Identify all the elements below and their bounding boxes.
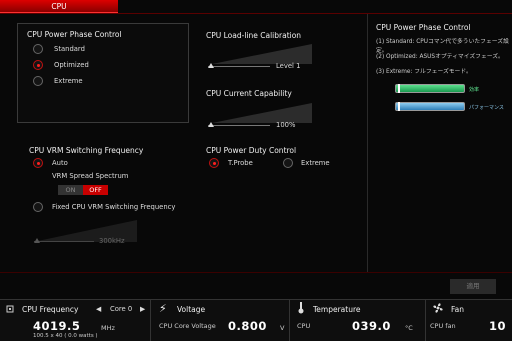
current-capability-slider-thumb[interactable] [208, 122, 214, 127]
fan-title: Fan [451, 305, 464, 314]
fan-label: CPU fan [430, 322, 456, 330]
efficiency-bar [395, 84, 465, 93]
loadline-track [208, 66, 270, 67]
temperature-label: CPU [297, 322, 311, 330]
vrm-frequency-value: 300kHz [99, 237, 125, 245]
tab-cpu[interactable]: CPU [0, 0, 118, 13]
voltage-unit: V [280, 324, 285, 332]
status-divider-2 [289, 300, 290, 341]
status-divider-3 [425, 300, 426, 341]
radio-optimized[interactable] [33, 60, 43, 70]
temperature-value: 039.0 [352, 319, 391, 333]
radio-standard[interactable] [33, 44, 43, 54]
thermometer-icon [298, 302, 304, 314]
vrm-auto-label: Auto [52, 159, 68, 167]
current-capability-value: 100% [276, 121, 296, 129]
vrm-spread-toggle[interactable]: ON OFF [58, 185, 108, 195]
phase-control-title: CPU Power Phase Control [27, 30, 122, 39]
cpu-frequency-title: CPU Frequency [22, 305, 79, 314]
loadline-value: Level 1 [276, 62, 301, 70]
info-title: CPU Power Phase Control [376, 23, 471, 32]
status-divider-1 [150, 300, 151, 341]
core-prev-icon[interactable]: ◀ [96, 305, 101, 313]
core-selector-label: Core 0 [110, 305, 133, 313]
duty-control-title: CPU Power Duty Control [206, 146, 297, 155]
option-tprobe-label: T.Probe [228, 159, 253, 167]
vrm-frequency-slider-thumb[interactable] [34, 238, 40, 243]
vrm-frequency-title: CPU VRM Switching Frequency [29, 146, 144, 155]
radio-duty-extreme[interactable] [283, 158, 293, 168]
loadline-slider-thumb[interactable] [208, 63, 214, 68]
temperature-unit: °C [405, 324, 413, 332]
voltage-value: 0.800 [228, 319, 267, 333]
loadline-title: CPU Load-line Calibration [206, 31, 302, 40]
vrm-spread-label: VRM Spread Spectrum [52, 172, 129, 180]
option-extreme-label: Extreme [54, 77, 83, 85]
vrm-frequency-track [34, 241, 94, 242]
radio-vrm-auto[interactable] [33, 158, 43, 168]
radio-extreme[interactable] [33, 76, 43, 86]
efficiency-bar-label: 効率 [469, 87, 480, 93]
toggle-off-label: OFF [83, 185, 108, 195]
voltage-label: CPU Core Voltage [159, 322, 216, 330]
radio-tprobe[interactable] [209, 158, 219, 168]
cpu-chip-icon [6, 305, 14, 313]
info-line-2: (2) Optimized: ASUSオプティマイズフェーズ。 [376, 54, 504, 60]
info-line-3: (3) Extreme: フルフェーズモード。 [376, 69, 472, 75]
option-optimized-label: Optimized [54, 61, 89, 69]
option-standard-label: Standard [54, 45, 85, 53]
current-capability-slider-wedge [212, 103, 312, 123]
vrm-fixed-label: Fixed CPU VRM Switching Frequency [52, 203, 176, 211]
tab-underline [0, 13, 512, 14]
apply-button[interactable]: 適用 [450, 279, 496, 294]
horizontal-divider [0, 272, 512, 273]
core-next-icon[interactable]: ▶ [140, 305, 145, 313]
option-duty-extreme-label: Extreme [301, 159, 330, 167]
voltage-title: Voltage [177, 305, 206, 314]
toggle-on-label: ON [65, 186, 76, 194]
vertical-divider [367, 14, 368, 272]
radio-vrm-fixed[interactable] [33, 202, 43, 212]
cpu-frequency-unit: MHz [101, 324, 115, 332]
cpu-frequency-detail: 100.5 x 40 ( 0.0 watts ) [33, 333, 98, 339]
cpu-frequency-value: 4019.5 [33, 319, 81, 333]
performance-bar-label: パフォーマンス [469, 105, 504, 111]
lightning-icon: ⚡ [159, 302, 167, 315]
current-capability-title: CPU Current Capability [206, 89, 292, 98]
performance-bar [395, 102, 465, 111]
fan-value: 10 [489, 319, 507, 333]
temperature-title: Temperature [313, 305, 361, 314]
current-capability-track [208, 125, 270, 126]
fan-icon [433, 303, 443, 313]
